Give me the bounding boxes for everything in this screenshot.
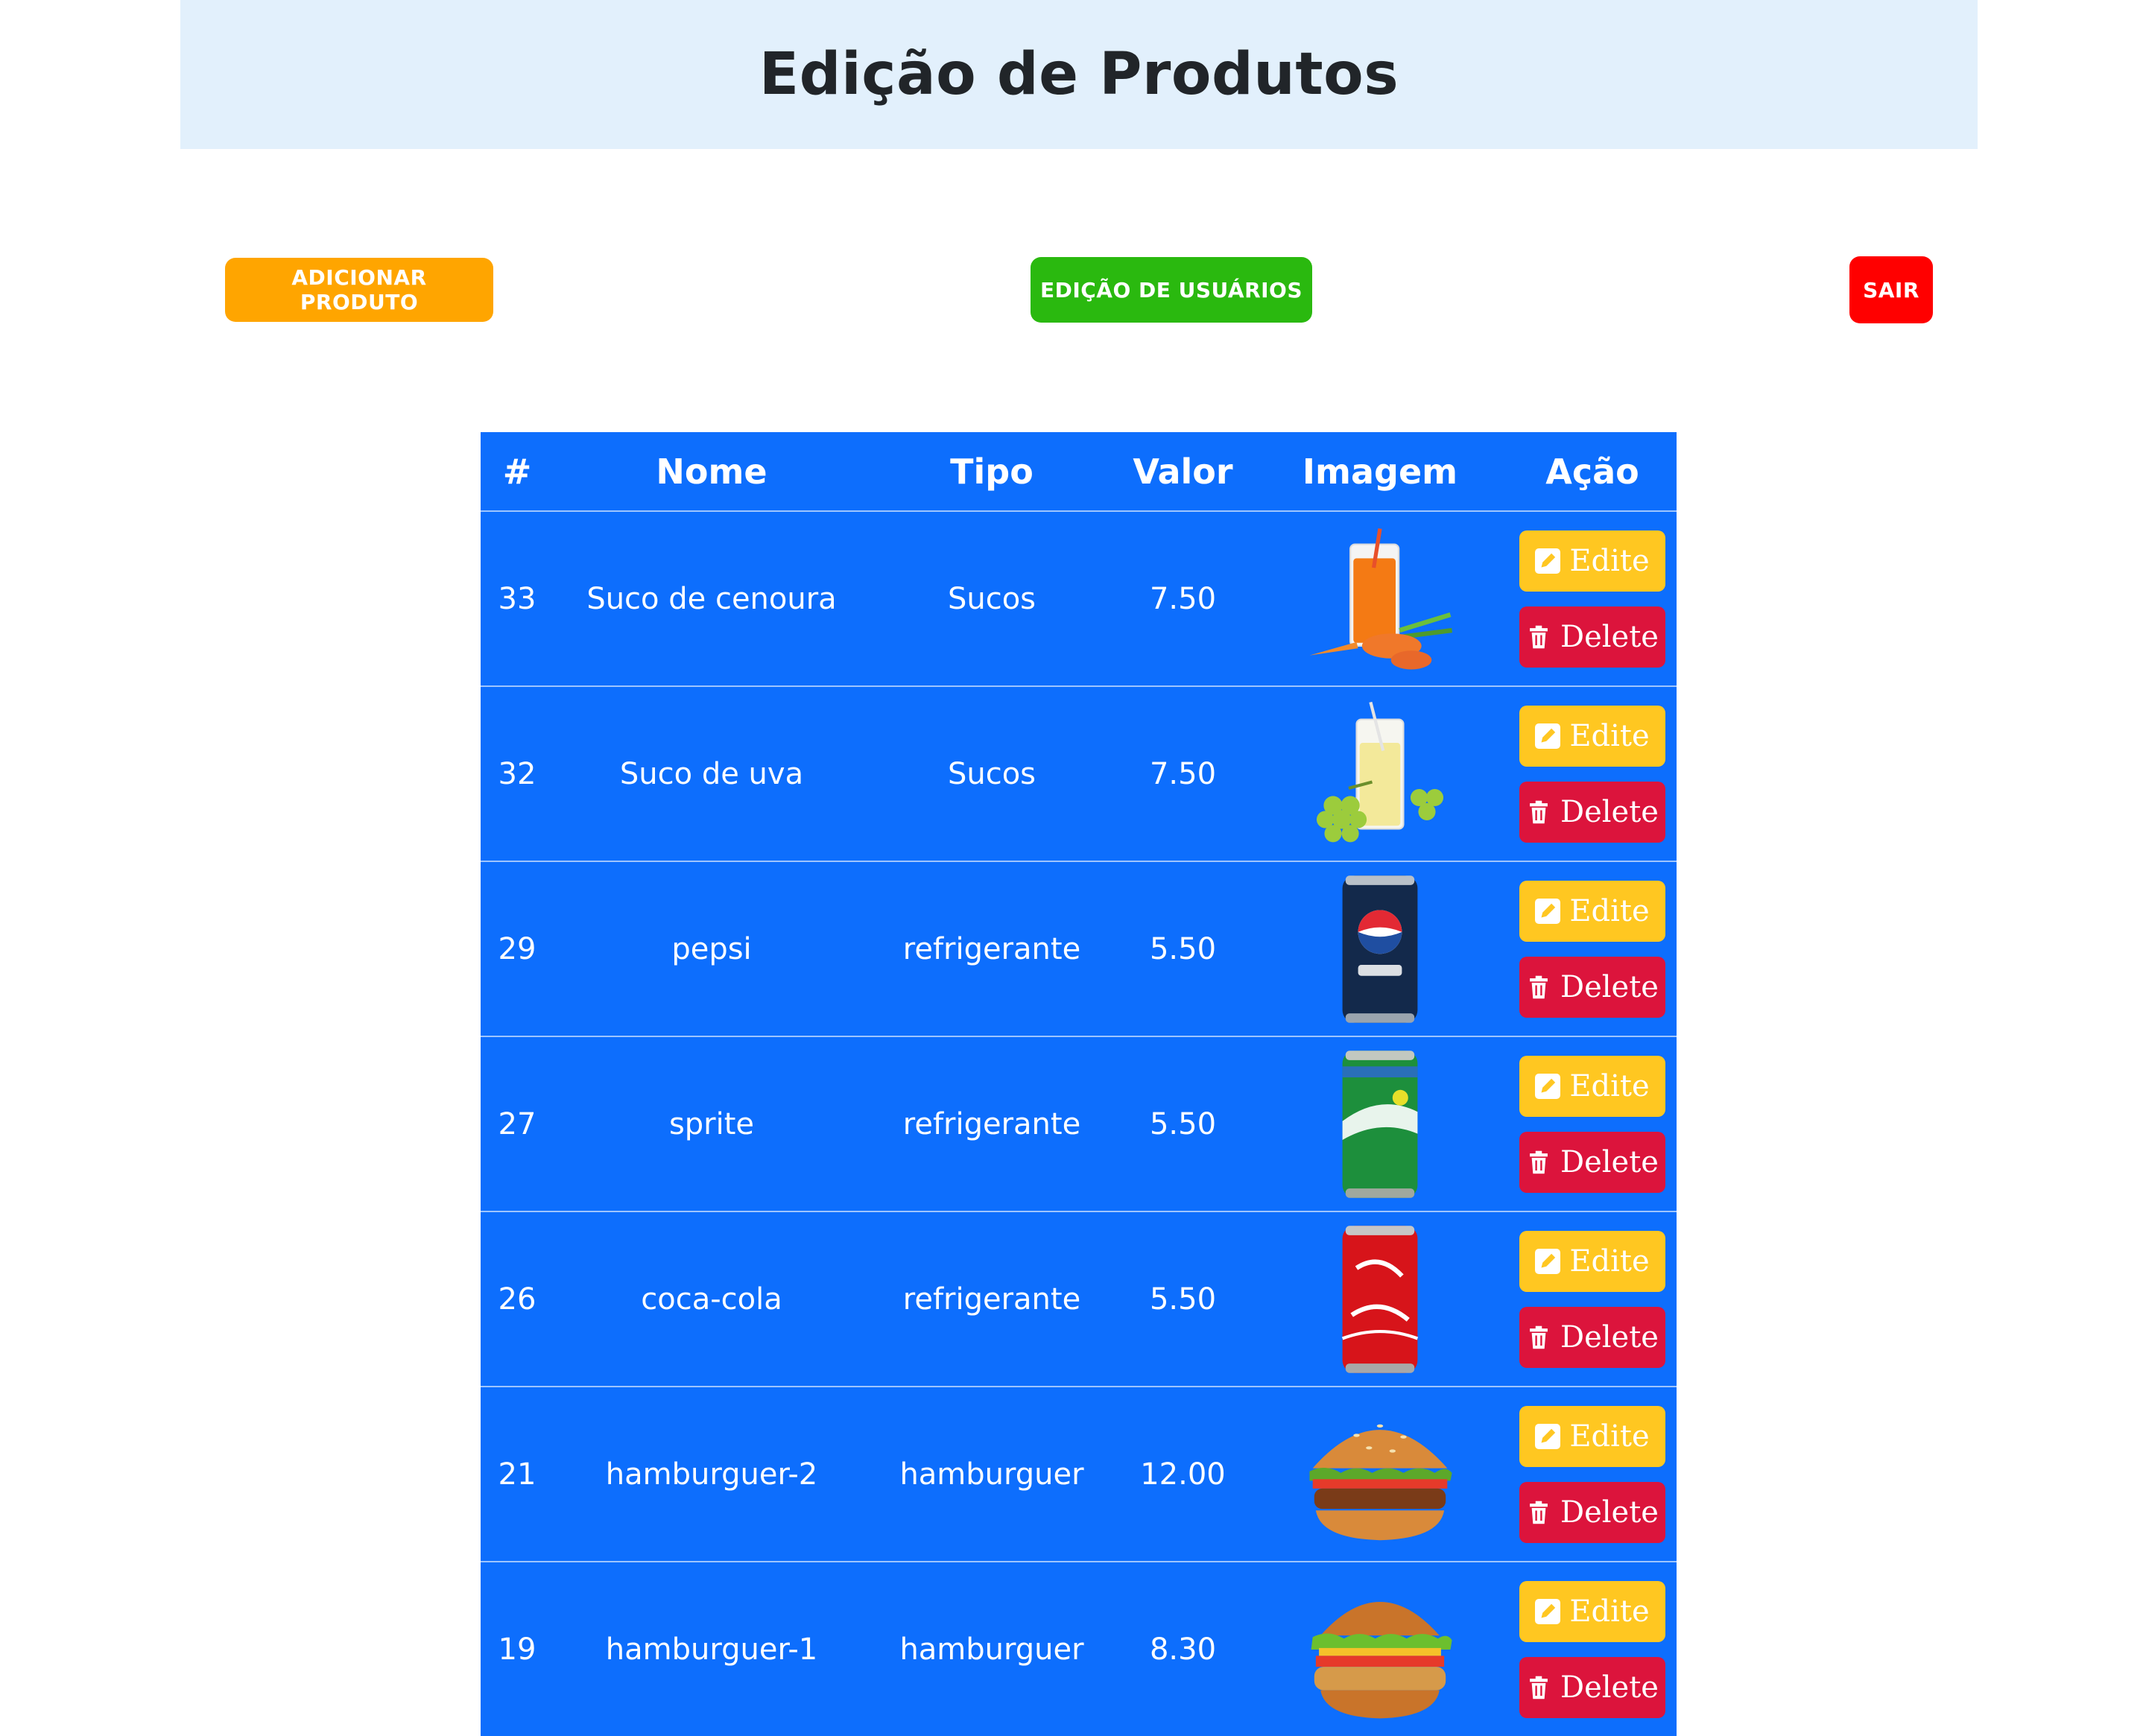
hamburger-image xyxy=(1309,1424,1452,1540)
edit-button[interactable]: Edite xyxy=(1519,1580,1665,1642)
table-row: 19 hamburguer-1 hamburguer 8.30 Edite De… xyxy=(481,1562,1677,1736)
edit-button[interactable]: Edite xyxy=(1519,530,1665,592)
pencil-icon xyxy=(1535,1248,1561,1274)
delete-label: Delete xyxy=(1560,794,1659,829)
delete-button[interactable]: Delete xyxy=(1519,956,1665,1018)
header-valor: Valor xyxy=(1114,432,1252,512)
cell-nome: Suco de uva xyxy=(554,686,870,862)
delete-label: Delete xyxy=(1560,969,1659,1004)
trash-icon xyxy=(1530,800,1548,823)
header-acao: Ação xyxy=(1508,432,1677,512)
header-tipo: Tipo xyxy=(870,432,1114,512)
cell-id: 19 xyxy=(498,1632,536,1667)
cell-nome: coca-cola xyxy=(554,1211,870,1387)
table-row: 32 Suco de uva Sucos 7.50 Edite Delete xyxy=(481,686,1677,862)
delete-button[interactable]: Delete xyxy=(1519,606,1665,668)
cell-id: 27 xyxy=(481,1036,554,1212)
header-imagem: Imagem xyxy=(1252,432,1508,512)
table-row: 33 Suco de cenoura Sucos 7.50 Edite Dele… xyxy=(481,511,1677,687)
cell-valor: 7.50 xyxy=(1114,511,1252,687)
edit-label: Edite xyxy=(1569,718,1650,753)
cell-tipo: hamburguer xyxy=(899,1632,1084,1667)
delete-button[interactable]: Delete xyxy=(1519,1481,1665,1543)
edit-label: Edite xyxy=(1569,893,1650,928)
exit-button[interactable]: SAIR xyxy=(1849,256,1933,323)
cell-valor: 5.50 xyxy=(1114,861,1252,1037)
cell-valor: 12.00 xyxy=(1114,1387,1252,1562)
cell-valor: 5.50 xyxy=(1114,1036,1252,1212)
cell-id: 32 xyxy=(481,686,554,862)
delete-button[interactable]: Delete xyxy=(1519,781,1665,843)
edit-button[interactable]: Edite xyxy=(1519,1405,1665,1467)
edit-label: Edite xyxy=(1569,1419,1650,1454)
cell-nome: hamburguer-2 xyxy=(554,1387,870,1562)
page-header: Edição de Produtos xyxy=(180,0,1978,149)
cell-nome: sprite xyxy=(554,1036,870,1212)
table-row: 21 hamburguer-2 hamburguer 12.00 Edite D… xyxy=(481,1387,1677,1562)
delete-label: Delete xyxy=(1560,1670,1659,1705)
pencil-icon xyxy=(1535,548,1561,574)
pencil-icon xyxy=(1535,1423,1561,1449)
products-table: # Nome Tipo Valor Imagem Ação 33 Suco de… xyxy=(481,432,1677,1736)
edit-button[interactable]: Edite xyxy=(1519,1055,1665,1117)
delete-label: Delete xyxy=(1560,619,1659,654)
grape-juice-image xyxy=(1316,701,1444,842)
add-product-button[interactable]: ADICIONAR PRODUTO xyxy=(225,258,493,322)
cell-id: 29 xyxy=(481,861,554,1037)
cell-tipo: Sucos xyxy=(870,511,1114,687)
delete-label: Delete xyxy=(1560,1144,1659,1179)
edit-label: Edite xyxy=(1569,543,1650,578)
pencil-icon xyxy=(1535,898,1561,924)
chicken-burger-image xyxy=(1311,1601,1452,1718)
pepsi-can-image xyxy=(1342,875,1418,1023)
table-header-row: # Nome Tipo Valor Imagem Ação xyxy=(481,432,1677,512)
delete-label: Delete xyxy=(1560,1495,1659,1530)
pencil-icon xyxy=(1535,723,1561,749)
cell-valor: 7.50 xyxy=(1114,686,1252,862)
trash-icon xyxy=(1530,625,1548,648)
pencil-icon xyxy=(1535,1073,1561,1099)
header-id: # xyxy=(481,432,554,512)
trash-icon xyxy=(1530,1676,1548,1699)
cell-valor: 5.50 xyxy=(1114,1211,1252,1387)
edit-label: Edite xyxy=(1569,1068,1650,1103)
edit-button[interactable]: Edite xyxy=(1519,705,1665,767)
cell-nome: Suco de cenoura xyxy=(554,511,870,687)
delete-label: Delete xyxy=(1560,1320,1659,1355)
table-row: 27 sprite refrigerante 5.50 Edite Delete xyxy=(481,1036,1677,1212)
table-row: 26 coca-cola refrigerante 5.50 Edite Del… xyxy=(481,1211,1677,1387)
cell-valor: 8.30 xyxy=(1149,1632,1217,1667)
cell-tipo: hamburguer xyxy=(870,1387,1114,1562)
cell-nome: hamburguer-1 xyxy=(605,1632,818,1667)
cell-tipo: Sucos xyxy=(870,686,1114,862)
cell-tipo: refrigerante xyxy=(870,1211,1114,1387)
trash-icon xyxy=(1530,1501,1548,1524)
trash-icon xyxy=(1530,1325,1548,1349)
carrot-juice-image xyxy=(1309,528,1453,669)
edit-label: Edite xyxy=(1569,1244,1650,1279)
delete-button[interactable]: Delete xyxy=(1519,1656,1665,1718)
edit-users-button[interactable]: EDIÇÃO DE USUÁRIOS xyxy=(1031,257,1312,323)
edit-button[interactable]: Edite xyxy=(1519,1230,1665,1292)
header-nome: Nome xyxy=(554,432,870,512)
trash-icon xyxy=(1530,1150,1548,1173)
sprite-can-image xyxy=(1342,1050,1418,1198)
coca-cola-can-image xyxy=(1341,1225,1419,1373)
page-title: Edição de Produtos xyxy=(759,41,1399,108)
pencil-icon xyxy=(1535,1598,1561,1624)
cell-id: 33 xyxy=(481,511,554,687)
delete-button[interactable]: Delete xyxy=(1519,1131,1665,1193)
trash-icon xyxy=(1530,975,1548,998)
table-row: 29 pepsi refrigerante 5.50 Edite Delete xyxy=(481,861,1677,1037)
cell-tipo: refrigerante xyxy=(870,1036,1114,1212)
edit-button[interactable]: Edite xyxy=(1519,880,1665,942)
edit-label: Edite xyxy=(1569,1594,1650,1629)
cell-id: 21 xyxy=(481,1387,554,1562)
cell-id: 26 xyxy=(481,1211,554,1387)
cell-tipo: refrigerante xyxy=(870,861,1114,1037)
cell-nome: pepsi xyxy=(554,861,870,1037)
delete-button[interactable]: Delete xyxy=(1519,1306,1665,1368)
